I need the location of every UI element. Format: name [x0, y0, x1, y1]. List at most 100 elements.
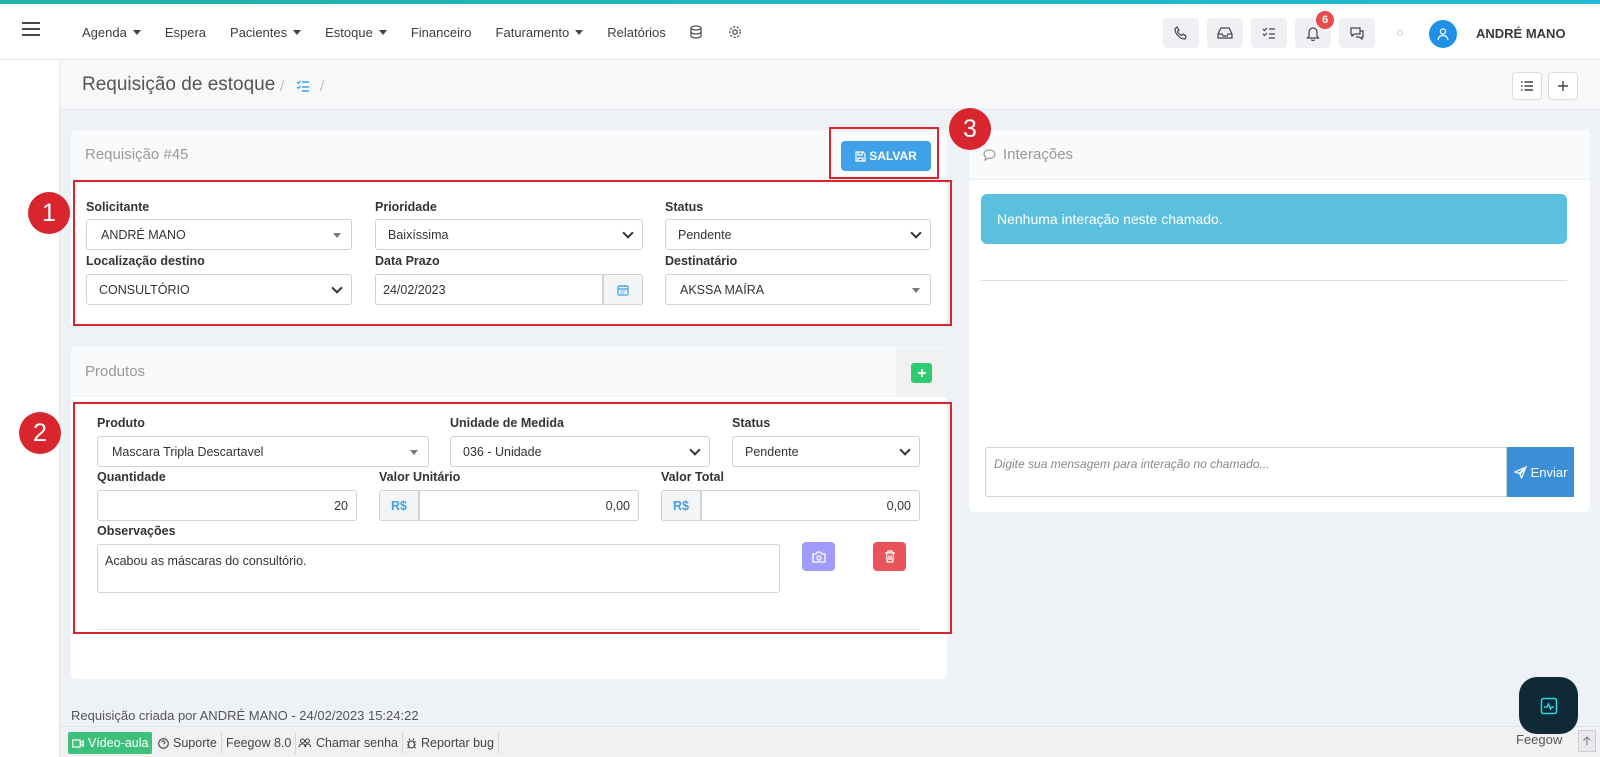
database-icon[interactable] [690, 25, 704, 39]
solicitante-value: ANDRÉ MANO [101, 227, 186, 242]
phone-button[interactable] [1163, 18, 1199, 48]
video-aula-button[interactable]: Vídeo-aula [68, 732, 153, 754]
quantidade-input[interactable]: 20 [97, 490, 357, 521]
menu-agenda[interactable]: Agenda [82, 25, 141, 40]
localizacao-label: Localização destino [86, 254, 205, 268]
call-ticket-button[interactable]: Chamar senha [294, 732, 403, 754]
produto-value: Mascara Tripla Descartavel [112, 444, 264, 459]
scroll-top-button[interactable] [1578, 730, 1596, 752]
brand-label: Feegow [1516, 732, 1563, 747]
menu-espera[interactable]: Espera [165, 25, 206, 40]
chevron-down-icon [689, 444, 701, 456]
call-ticket-label: Chamar senha [316, 736, 398, 750]
save-button[interactable]: SALVAR [841, 141, 931, 171]
chat-button[interactable] [1339, 18, 1375, 48]
question-circle-icon [158, 737, 169, 749]
data-prazo-input[interactable]: 24/02/2023 [375, 274, 603, 305]
requisition-title: Requisição #45 [85, 146, 189, 163]
data-prazo-label: Data Prazo [375, 254, 440, 268]
menu-pacientes[interactable]: Pacientes [230, 24, 302, 40]
menu-faturamento[interactable]: Faturamento [496, 25, 584, 40]
plus-icon [917, 369, 926, 377]
inbox-button[interactable] [1207, 18, 1243, 48]
localizacao-select[interactable]: CONSULTÓRIO [86, 274, 352, 305]
floating-widget-button[interactable] [1519, 677, 1578, 734]
delete-button[interactable] [873, 542, 906, 571]
menu-financeiro[interactable]: Financeiro [411, 25, 472, 40]
caret-down-icon [410, 450, 418, 455]
status-select[interactable]: Pendente [665, 219, 931, 250]
prioridade-select[interactable]: Baixíssima [375, 219, 643, 250]
camera-button[interactable] [802, 542, 835, 571]
calendar-button[interactable] [603, 274, 643, 305]
destinatario-select[interactable]: AKSSA MAÍRA [665, 274, 931, 305]
report-bug-button[interactable]: Reportar bug [402, 732, 499, 754]
checklist-icon [1262, 27, 1275, 39]
version-text: Feegow 8.0 [226, 736, 292, 750]
annotation-number-3: 3 [949, 108, 991, 150]
breadcrumb-separator: / [320, 78, 325, 95]
valor-total-value: 0,00 [886, 498, 911, 513]
interactions-divider [981, 280, 1567, 281]
valor-total-input[interactable]: 0,00 [701, 490, 920, 521]
data-prazo-value: 24/02/2023 [383, 282, 446, 297]
menu-estoque[interactable]: Estoque [325, 25, 387, 40]
widget-icon [1540, 697, 1557, 714]
solicitante-select[interactable]: ANDRÉ MANO [86, 219, 352, 250]
caret-down-icon [575, 29, 584, 35]
unidade-select[interactable]: 036 - Unidade [450, 436, 710, 467]
observacoes-label: Observações [97, 524, 176, 538]
gear-icon[interactable] [728, 25, 742, 39]
interaction-message-input[interactable]: Digite sua mensagem para interação no ch… [985, 447, 1507, 497]
support-button[interactable]: Suporte [154, 732, 222, 754]
chevron-down-icon [899, 444, 911, 456]
user-avatar[interactable] [1429, 20, 1457, 48]
trash-icon [884, 550, 895, 563]
caret-down-icon [378, 29, 387, 35]
valor-unitario-label: Valor Unitário [379, 470, 461, 484]
save-button-label: SALVAR [869, 149, 917, 163]
currency-addon: R$ [661, 490, 701, 521]
checklist-icon[interactable] [296, 80, 310, 92]
prioridade-value: Baixíssima [388, 227, 449, 242]
valor-unitario-input[interactable]: 0,00 [419, 490, 639, 521]
interactions-panel-header: Interações [969, 130, 1590, 180]
menu-relatorios-label: Relatórios [607, 24, 666, 40]
currency-addon: R$ [379, 490, 419, 521]
menu-pacientes-label: Pacientes [230, 24, 288, 40]
chevron-down-icon [622, 227, 634, 239]
add-product-button[interactable] [911, 363, 932, 383]
add-new-button[interactable] [1548, 72, 1578, 100]
created-by-note: Requisição criada por ANDRÉ MANO - 24/02… [71, 708, 419, 723]
send-button[interactable]: Enviar [1507, 447, 1574, 497]
produto-status-label: Status [732, 416, 771, 430]
chevron-down-icon [331, 282, 343, 294]
phone-icon [1174, 26, 1187, 40]
menu-financeiro-label: Financeiro [410, 24, 472, 40]
products-title: Produtos [85, 363, 146, 380]
destinatario-value: AKSSA MAÍRA [680, 282, 765, 297]
menu-agenda-label: Agenda [82, 24, 127, 40]
plus-icon [1558, 81, 1568, 91]
produto-status-select[interactable]: Pendente [732, 436, 920, 467]
username[interactable]: ANDRÉ MANO [1476, 26, 1566, 41]
notifications-button[interactable]: 6 [1295, 11, 1334, 48]
observacoes-textarea[interactable]: Acabou as máscaras do consultório. [97, 544, 780, 593]
notification-badge: 6 [1316, 11, 1334, 29]
menu-relatorios[interactable]: Relatórios [607, 25, 666, 40]
caret-down-icon [333, 233, 341, 238]
inbox-icon [1217, 27, 1233, 39]
page-title: Requisição de estoque [82, 74, 276, 95]
status-value: Pendente [678, 227, 732, 242]
chat-icon [1350, 27, 1364, 40]
hamburger-menu-icon[interactable] [22, 22, 40, 40]
valor-total-label: Valor Total [661, 470, 724, 484]
tasks-button[interactable] [1251, 18, 1287, 48]
bell-icon [1306, 26, 1320, 41]
speech-bubble-icon [983, 149, 996, 161]
users-icon [298, 738, 312, 748]
menu-faturamento-label: Faturamento [495, 24, 570, 40]
bottom-bar: Vídeo-aula Suporte Feegow 8.0 Chamar sen… [60, 726, 1600, 757]
produto-select[interactable]: Mascara Tripla Descartavel [97, 436, 429, 467]
list-view-button[interactable] [1512, 72, 1542, 100]
